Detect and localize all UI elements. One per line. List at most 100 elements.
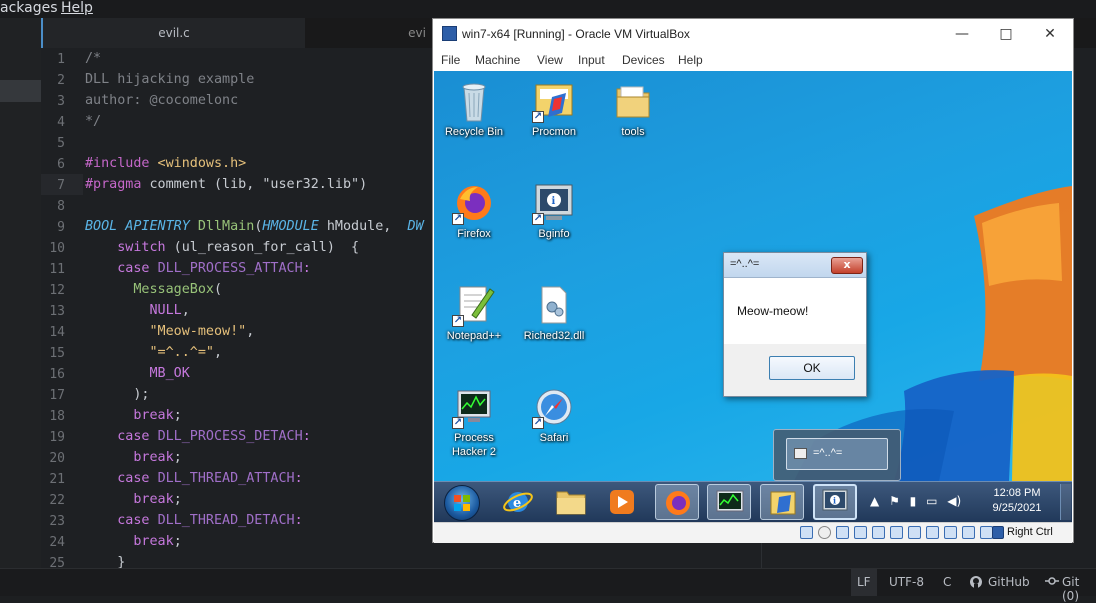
code-token: (ul_reason_for_call) { xyxy=(165,240,360,255)
clock-time: 12:08 PM xyxy=(993,487,1041,499)
github-button[interactable]: GitHub xyxy=(988,575,1030,589)
dialog-message: Meow-meow! xyxy=(737,304,809,318)
desktop-icon-riched32[interactable]: Riched32.dll xyxy=(519,283,589,343)
desktop-icon-recycle-bin[interactable]: Recycle Bin xyxy=(439,79,509,139)
line-number: 2 xyxy=(57,73,65,88)
git-button[interactable]: Git (0) xyxy=(1062,575,1096,603)
menu-devices[interactable]: Devices xyxy=(622,53,665,67)
menu-help[interactable]: Help xyxy=(61,0,93,16)
code-line-23: case DLL_THREAD_DETACH: xyxy=(85,513,302,528)
hard-disk-icon[interactable] xyxy=(800,526,813,539)
desktop-icon-process-hacker[interactable]: ↗ Process Hacker 2 xyxy=(439,385,509,459)
desktop-icon-bginfo[interactable]: i ↗ Bginfo xyxy=(519,181,589,241)
taskbar-bginfo[interactable]: i xyxy=(813,484,857,520)
desktop-icon-notepadpp[interactable]: ↗ Notepad++ xyxy=(439,283,509,343)
line-number: 23 xyxy=(49,514,65,529)
code-token: ; xyxy=(173,534,182,549)
close-icon[interactable]: ✕ xyxy=(1028,23,1072,45)
taskbar-ie[interactable]: e xyxy=(496,484,540,520)
code-token: "Meow-meow!" xyxy=(85,324,247,339)
svg-text:i: i xyxy=(833,496,836,506)
start-button[interactable] xyxy=(444,485,480,521)
taskbar-procmon[interactable] xyxy=(760,484,804,520)
desktop-icon-safari[interactable]: ↗ Safari xyxy=(519,385,589,445)
taskbar-explorer[interactable] xyxy=(549,484,593,520)
line-number: 4 xyxy=(57,115,65,130)
encoding-indicator[interactable]: UTF-8 xyxy=(889,575,924,589)
guest-desktop[interactable]: Recycle Bin ↗ Procmon tools ↗ Firefox i xyxy=(434,71,1072,481)
taskbar-media-player[interactable] xyxy=(600,484,644,520)
desktop-icon-firefox[interactable]: ↗ Firefox xyxy=(439,181,509,241)
dialog-close-button[interactable]: x xyxy=(831,257,863,274)
menu-help[interactable]: Help xyxy=(678,53,703,67)
optical-drive-icon[interactable] xyxy=(818,526,831,539)
show-desktop-button[interactable] xyxy=(1060,484,1071,520)
action-center-icon[interactable]: ⚑ xyxy=(889,494,900,508)
code-line-11: case DLL_PROCESS_ATTACH: xyxy=(85,261,311,276)
recording-icon[interactable] xyxy=(926,526,939,539)
desktop-icon-procmon[interactable]: ↗ Procmon xyxy=(519,79,589,139)
maximize-icon[interactable]: □ xyxy=(984,23,1028,45)
vbox-menubar: File Machine View Input Devices Help xyxy=(433,50,1073,71)
code-line-21: case DLL_THREAD_ATTACH: xyxy=(85,471,302,486)
firefox-icon xyxy=(666,491,690,515)
show-hidden-icons-icon[interactable]: ▲ xyxy=(870,494,879,508)
vt-x-icon[interactable] xyxy=(962,526,975,539)
code-token: break xyxy=(85,492,174,507)
desktop-icon-tools[interactable]: tools xyxy=(598,79,668,139)
grammar-indicator[interactable]: C xyxy=(943,575,951,589)
menu-machine[interactable]: Machine xyxy=(475,53,520,67)
ok-button[interactable]: OK xyxy=(769,356,855,380)
line-number: 24 xyxy=(49,535,65,550)
vbox-status-bar: Right Ctrl xyxy=(434,522,1072,543)
line-ending-indicator[interactable]: LF xyxy=(851,569,877,596)
menu-packages[interactable]: ackages xyxy=(0,0,58,16)
desktop-icon-label: Bginfo xyxy=(538,228,570,240)
menu-file[interactable]: File xyxy=(441,53,460,67)
tab-evil-c[interactable]: evil.c xyxy=(41,18,305,48)
shared-folders-icon[interactable] xyxy=(890,526,903,539)
power-icon[interactable]: ▮ xyxy=(910,494,917,508)
code-line-12: MessageBox( xyxy=(85,282,222,297)
system-clock[interactable]: 12:08 PM 9/25/2021 xyxy=(987,486,1047,516)
usb-icon[interactable] xyxy=(872,526,885,539)
desktop-icon-label: Procmon xyxy=(531,126,577,138)
network-adapter-icon[interactable] xyxy=(854,526,867,539)
desktop-icon-label: Recycle Bin xyxy=(444,126,504,138)
host-key-arrow-icon[interactable] xyxy=(992,526,1004,539)
menu-input[interactable]: Input xyxy=(578,53,605,67)
dialog-title-bar[interactable]: =^..^= x xyxy=(724,253,866,278)
menu-view[interactable]: View xyxy=(537,53,563,67)
line-number: 9 xyxy=(57,220,65,235)
shortcut-arrow-icon: ↗ xyxy=(452,213,464,225)
taskbar-thumbnail-preview[interactable]: =^..^= xyxy=(773,429,901,481)
volume-icon[interactable]: ◀) xyxy=(947,494,961,508)
audio-icon[interactable] xyxy=(836,526,849,539)
thumbnail-item[interactable]: =^..^= xyxy=(786,438,888,470)
line-number: 18 xyxy=(49,409,65,424)
host-key-label: Right Ctrl xyxy=(1007,526,1053,538)
cpu-icon[interactable] xyxy=(944,526,957,539)
line-number: 1 xyxy=(57,52,65,67)
line-number: 17 xyxy=(49,388,65,403)
editor-status-bar: LF UTF-8 C GitHub Git (0) xyxy=(0,568,1096,603)
network-icon[interactable]: ▭ xyxy=(926,494,937,508)
github-icon[interactable] xyxy=(969,575,983,590)
win7-taskbar: e i ▲ ⚑ ▮ ▭ ◀) 12:08 PM 9/25/2021 xyxy=(434,481,1072,523)
dialog-body: Meow-meow! xyxy=(724,278,866,344)
code-token: ; xyxy=(173,450,182,465)
display-icon[interactable] xyxy=(908,526,921,539)
code-token: ) xyxy=(359,177,368,192)
line-number: 11 xyxy=(49,262,65,277)
code-line-10: switch (ul_reason_for_call) { xyxy=(85,240,359,255)
taskbar-firefox[interactable] xyxy=(655,484,699,520)
selected-tree-item[interactable] xyxy=(0,80,41,102)
message-box-dialog: =^..^= x Meow-meow! OK xyxy=(723,252,867,397)
code-token: hModule, xyxy=(318,219,408,234)
taskbar-process-hacker[interactable] xyxy=(707,484,751,520)
process-hacker-icon xyxy=(716,490,744,512)
line-number: 7 xyxy=(57,178,65,193)
minimize-icon[interactable]: — xyxy=(940,23,984,45)
vbox-title-bar[interactable]: win7-x64 [Running] - Oracle VM VirtualBo… xyxy=(433,19,1073,50)
code-token: BOOL APIENTRY xyxy=(85,219,198,234)
